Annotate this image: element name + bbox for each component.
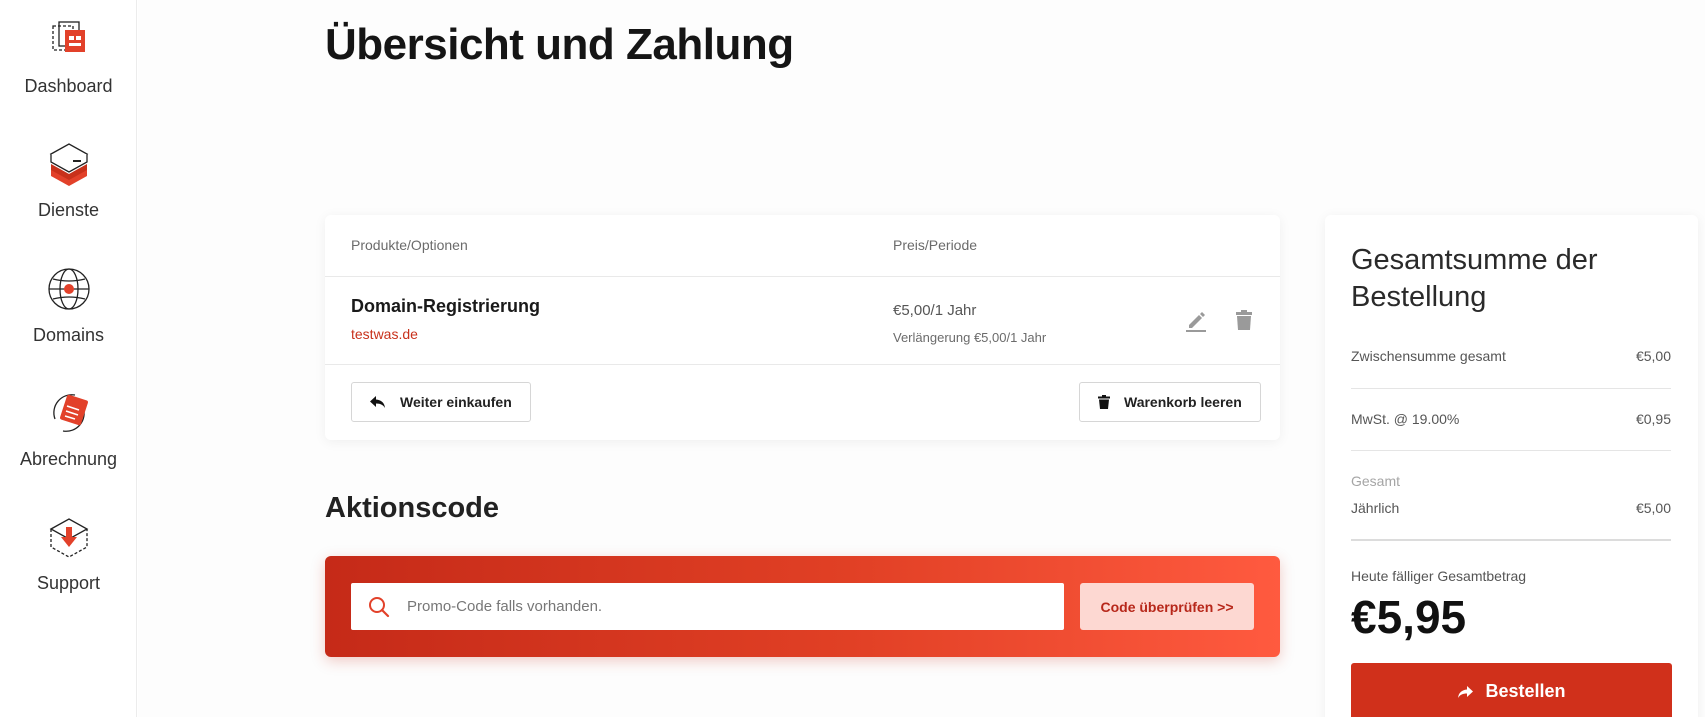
divider — [1351, 539, 1671, 541]
tax-value: €0,95 — [1635, 411, 1671, 427]
due-today-value: €5,95 — [1351, 591, 1467, 643]
sidebar-item-label: Abrechnung — [19, 449, 118, 469]
divider — [1351, 450, 1671, 451]
product-domain: testwas.de — [351, 326, 418, 342]
empty-cart-label: Warenkorb leeren — [1124, 394, 1242, 410]
cart-card: Produkte/Optionen Preis/Periode Domain-R… — [325, 215, 1280, 440]
promo-section-title: Aktionscode — [325, 492, 500, 524]
reply-arrow-icon — [370, 396, 385, 408]
sidebar-item-label: Domains — [32, 325, 105, 345]
product-renewal: Verlängerung €5,00/1 Jahr — [893, 330, 1047, 345]
services-icon — [49, 143, 88, 186]
continue-shopping-label: Weiter einkaufen — [400, 394, 512, 410]
promo-code-input[interactable] — [407, 583, 1047, 630]
sidebar-item-domains[interactable]: Domains — [0, 265, 137, 346]
product-price: €5,00/1 Jahr — [893, 302, 977, 319]
due-today-label: Heute fälliger Gesamtbetrag — [1351, 568, 1527, 584]
column-header-price: Preis/Periode — [893, 237, 978, 253]
order-summary: Gesamtsumme der Bestellung Zwischensumme… — [1325, 215, 1698, 717]
search-icon — [369, 597, 390, 618]
sidebar-item-dashboard[interactable]: Dashboard — [0, 16, 137, 97]
sidebar-item-abrechnung[interactable]: Abrechnung — [0, 389, 137, 470]
empty-cart-button[interactable]: Warenkorb leeren — [1079, 382, 1261, 422]
order-button-label: Bestellen — [1485, 681, 1566, 701]
promo-panel: Code überprüfen >> — [325, 556, 1280, 657]
sidebar-item-support[interactable]: Support — [0, 513, 137, 594]
trash-icon — [1098, 395, 1110, 409]
recurring-label: Jährlich — [1351, 500, 1400, 516]
sidebar-item-label: Dienste — [37, 200, 100, 220]
tax-line: MwSt. @ 19.00% €0,95 — [1351, 411, 1671, 427]
cart-item-row: Domain-Registrierung testwas.de €5,00/1 … — [325, 277, 1280, 365]
continue-shopping-button[interactable]: Weiter einkaufen — [351, 382, 531, 422]
page-title: Übersicht und Zahlung — [325, 20, 794, 69]
cart-header: Produkte/Optionen Preis/Periode — [325, 215, 1280, 277]
recurring-value: €5,00 — [1635, 500, 1671, 516]
recurring-line: Jährlich €5,00 — [1351, 500, 1671, 516]
sidebar-item-label: Dashboard — [24, 76, 113, 96]
share-arrow-icon — [1458, 685, 1474, 698]
sidebar-item-dienste[interactable]: Dienste — [0, 140, 137, 221]
edit-icon[interactable] — [1183, 307, 1209, 333]
subtotal-value: €5,00 — [1635, 348, 1671, 364]
divider — [1351, 388, 1671, 389]
product-name: Domain-Registrierung — [351, 296, 541, 316]
column-header-product: Produkte/Optionen — [351, 237, 468, 253]
globe-icon — [47, 268, 90, 310]
support-icon — [49, 518, 88, 558]
promo-input-wrapper — [351, 583, 1064, 630]
total-heading: Gesamt — [1351, 473, 1401, 489]
dashboard-icon — [51, 21, 85, 52]
subtotal-line: Zwischensumme gesamt €5,00 — [1351, 348, 1671, 364]
tax-label: MwSt. @ 19.00% — [1351, 411, 1460, 427]
sidebar-item-label: Support — [36, 573, 101, 593]
billing-icon — [52, 394, 88, 432]
subtotal-label: Zwischensumme gesamt — [1351, 348, 1506, 364]
order-button[interactable]: Bestellen — [1351, 663, 1672, 717]
trash-icon[interactable] — [1231, 307, 1257, 333]
check-code-button[interactable]: Code überprüfen >> — [1080, 583, 1254, 630]
sidebar: Dashboard Dienste Domains Abrechnung Sup… — [0, 0, 137, 717]
summary-title: Gesamtsumme der Bestellung — [1351, 244, 1598, 313]
